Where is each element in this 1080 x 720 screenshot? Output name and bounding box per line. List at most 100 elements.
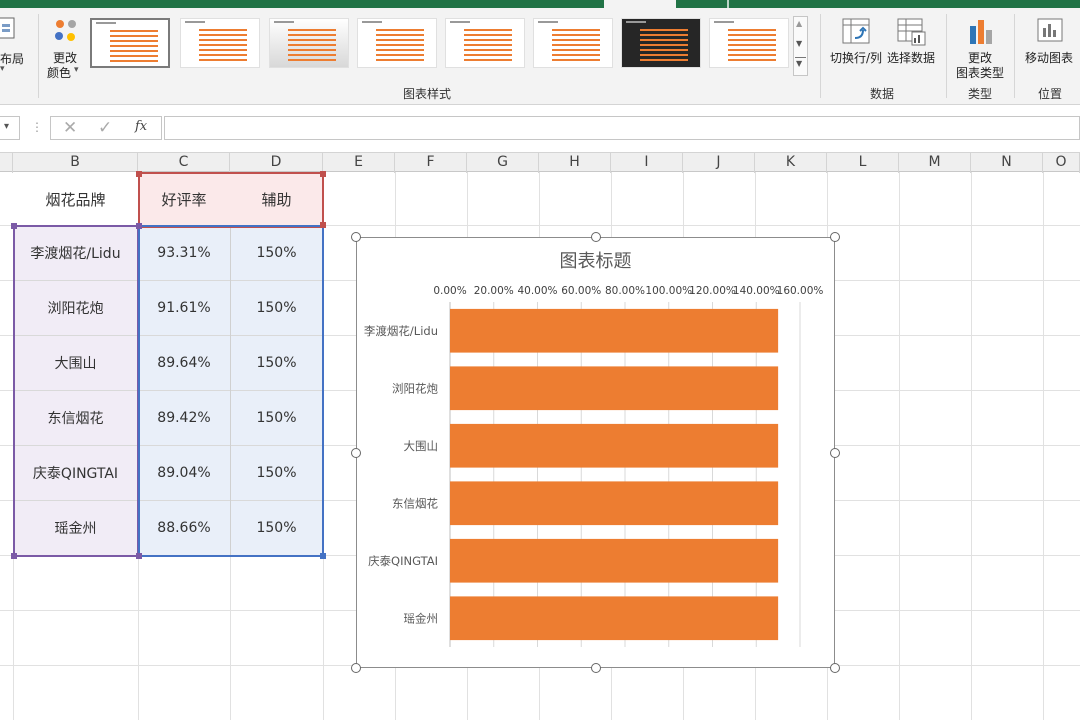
column-header-D[interactable]: D <box>230 153 323 173</box>
column-header-H[interactable]: H <box>539 153 611 173</box>
chart-area[interactable]: 图表标题 0.00% 20.00% 40.00% 60.00% 80.00% 100.00… <box>356 237 835 668</box>
x-tick-label: 120.00% <box>689 285 736 297</box>
bar[interactable] <box>450 366 779 411</box>
chart-style-thumb-bar <box>110 60 158 62</box>
chart-style-3[interactable] <box>269 18 349 68</box>
bar[interactable] <box>450 538 779 583</box>
chart-style-thumb-bar <box>288 54 336 56</box>
gallery-more-icon[interactable]: ▼ <box>796 59 802 68</box>
chart-style-thumb-bar <box>640 29 688 31</box>
name-box[interactable]: ▾ <box>0 116 20 140</box>
chart-style-thumb-bar <box>110 55 158 57</box>
chart-style-thumb-title <box>538 21 558 23</box>
resize-handle[interactable] <box>830 232 840 242</box>
gallery-scrollbar[interactable]: ▲ ▼ ▼ <box>793 16 808 76</box>
chart-style-thumb-bar <box>288 49 336 51</box>
category-label: 浏阳花炮 <box>392 381 438 395</box>
chart-style-thumb-title <box>362 21 382 23</box>
chart-style-7[interactable] <box>621 18 701 68</box>
column-header-C[interactable]: C <box>138 153 230 173</box>
insert-function-icon[interactable]: fx <box>135 119 147 134</box>
chart-style-thumb-bar <box>728 59 776 61</box>
bar[interactable] <box>450 423 779 468</box>
chart-style-thumb-bar <box>199 49 247 51</box>
resize-handle[interactable] <box>351 232 361 242</box>
column-header-B[interactable]: B <box>13 153 138 173</box>
chart-style-1[interactable] <box>90 18 170 68</box>
chart-style-thumb-bar <box>552 49 600 51</box>
column-header-J[interactable]: J <box>683 153 755 173</box>
chart-style-thumb-bar <box>552 34 600 36</box>
column-header-M[interactable]: M <box>899 153 971 173</box>
switch-row-column-label: 切换行/列 <box>830 51 883 65</box>
x-tick-label: 100.00% <box>645 285 692 297</box>
chart-style-thumb-title <box>274 21 294 23</box>
quick-layout-icon[interactable] <box>0 16 18 42</box>
range-handle[interactable] <box>136 553 142 559</box>
chevron-down-icon[interactable]: ▾ <box>4 121 9 132</box>
column-header-L[interactable]: L <box>827 153 899 173</box>
column-headers: BCDEFGHIJKLMNO <box>0 152 1080 173</box>
resize-handle[interactable] <box>590 232 601 242</box>
chevron-down-icon[interactable]: ▾ <box>0 64 5 74</box>
formula-bar-grip-icon[interactable]: ⋮ <box>31 120 43 134</box>
range-handle[interactable] <box>136 223 142 229</box>
column-header-F[interactable]: F <box>395 153 467 173</box>
range-handle[interactable] <box>136 171 142 177</box>
scroll-down-icon[interactable]: ▼ <box>796 39 802 48</box>
chart-style-6[interactable] <box>533 18 613 68</box>
chart-style-2[interactable] <box>180 18 260 68</box>
chart-style-thumb-bar <box>288 44 336 46</box>
column-header-N[interactable]: N <box>971 153 1043 173</box>
confirm-icon[interactable]: ✓ <box>98 118 112 138</box>
active-ribbon-tab[interactable] <box>604 0 676 8</box>
column-header-A[interactable] <box>0 153 13 173</box>
chart-style-4[interactable] <box>357 18 437 68</box>
range-handle[interactable] <box>11 223 17 229</box>
column-header-E[interactable]: E <box>323 153 395 173</box>
ribbon: 布局 ▾ 更改 颜色 ▾ ▲ ▼ ▼ 图表样式 切换行/列 选择数据 数据 更改… <box>0 8 1080 105</box>
chart-style-5[interactable] <box>445 18 525 68</box>
chart-style-thumb-bar <box>728 44 776 46</box>
chart-plot[interactable]: 0.00% 20.00% 40.00% 60.00% 80.00% 100.00%120.… <box>357 238 834 667</box>
column-header-K[interactable]: K <box>755 153 827 173</box>
chart-style-thumb-bar <box>464 44 512 46</box>
bar[interactable] <box>450 308 779 353</box>
group-divider <box>38 14 39 98</box>
resize-handle[interactable] <box>830 663 840 673</box>
chart-style-thumb-bar <box>376 39 424 41</box>
bar[interactable] <box>450 596 779 641</box>
formula-input[interactable] <box>164 116 1080 140</box>
resize-handle[interactable] <box>830 447 840 458</box>
range-handle[interactable] <box>11 553 17 559</box>
resize-handle[interactable] <box>351 447 361 458</box>
chart-style-thumb-bar <box>199 29 247 31</box>
chart-style-thumb-bar <box>728 39 776 41</box>
range-handle[interactable] <box>320 553 326 559</box>
chart-style-thumb-bar <box>464 29 512 31</box>
chart-style-thumb-bar <box>552 39 600 41</box>
column-header-G[interactable]: G <box>467 153 539 173</box>
resize-handle[interactable] <box>351 663 361 673</box>
move-chart-icon <box>1035 16 1065 46</box>
column-header-I[interactable]: I <box>611 153 683 173</box>
category-label: 大围山 <box>404 439 439 453</box>
chart-style-thumb-title <box>450 21 470 23</box>
range-handle[interactable] <box>320 222 326 228</box>
chart-style-thumb-bar <box>376 54 424 56</box>
chart-style-thumb-bar <box>110 40 158 42</box>
formula-buttons: ✕ ✓ fx <box>50 116 162 140</box>
scroll-up-icon[interactable]: ▲ <box>796 19 802 28</box>
bar[interactable] <box>450 481 779 526</box>
chart-style-thumb-bar <box>640 34 688 36</box>
column-header-O[interactable]: O <box>1043 153 1080 173</box>
chart-style-8[interactable] <box>709 18 789 68</box>
range-handle[interactable] <box>320 171 326 177</box>
chart-style-thumb-title <box>185 21 205 23</box>
cancel-icon[interactable]: ✕ <box>63 118 77 138</box>
position-group-label: 位置 <box>1037 87 1062 101</box>
resize-handle[interactable] <box>590 663 601 673</box>
tab-marker <box>727 0 729 8</box>
table-header-cell[interactable]: 烟花品牌 <box>13 172 138 226</box>
chart-style-thumb-bar <box>552 59 600 61</box>
